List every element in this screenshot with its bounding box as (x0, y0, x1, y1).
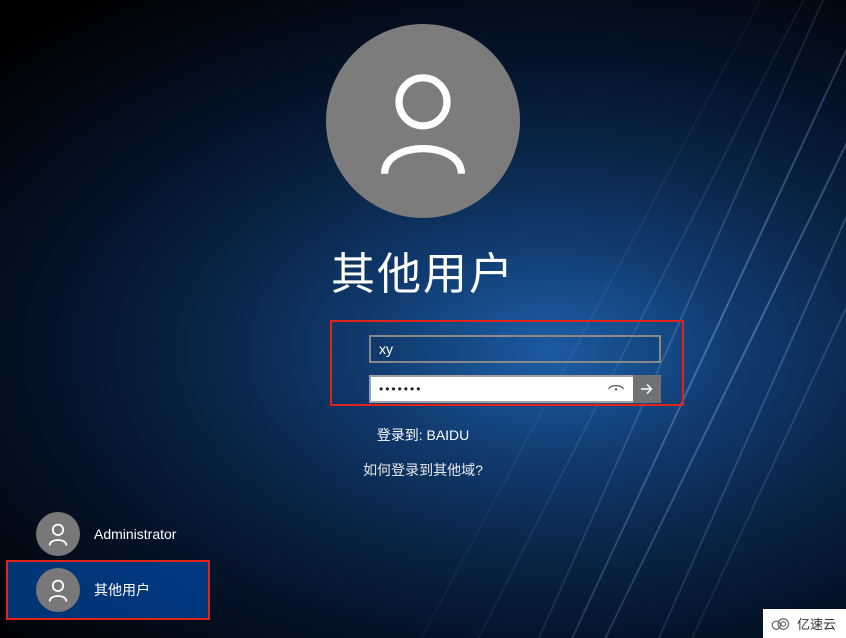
user-item-label: Administrator (94, 526, 176, 542)
avatar-small (36, 568, 80, 612)
user-icon (45, 521, 71, 547)
eye-icon (607, 380, 625, 398)
sign-in-to-label: 登录到: BAIDU (0, 425, 846, 445)
watermark-text: 亿速云 (797, 614, 836, 633)
watermark: 亿速云 (763, 609, 846, 638)
username-input[interactable] (369, 335, 661, 363)
user-switcher-list: Administrator 其他用户 (8, 506, 208, 618)
arrow-right-icon (638, 380, 656, 398)
avatar (326, 24, 520, 218)
other-domain-link[interactable]: 如何登录到其他域? (0, 460, 846, 480)
user-icon (363, 61, 483, 181)
reveal-password-button[interactable] (601, 375, 631, 403)
cloud-icon (769, 617, 793, 631)
user-item-other-user[interactable]: 其他用户 (8, 562, 208, 618)
user-item-label: 其他用户 (94, 580, 150, 600)
page-title: 其他用户 (331, 238, 515, 302)
submit-button[interactable] (633, 375, 661, 403)
password-input[interactable] (369, 375, 633, 403)
user-icon (45, 577, 71, 603)
avatar-small (36, 512, 80, 556)
credentials-highlight-box (330, 320, 684, 406)
domain-name: BAIDU (426, 427, 469, 443)
user-item-administrator[interactable]: Administrator (8, 506, 208, 562)
